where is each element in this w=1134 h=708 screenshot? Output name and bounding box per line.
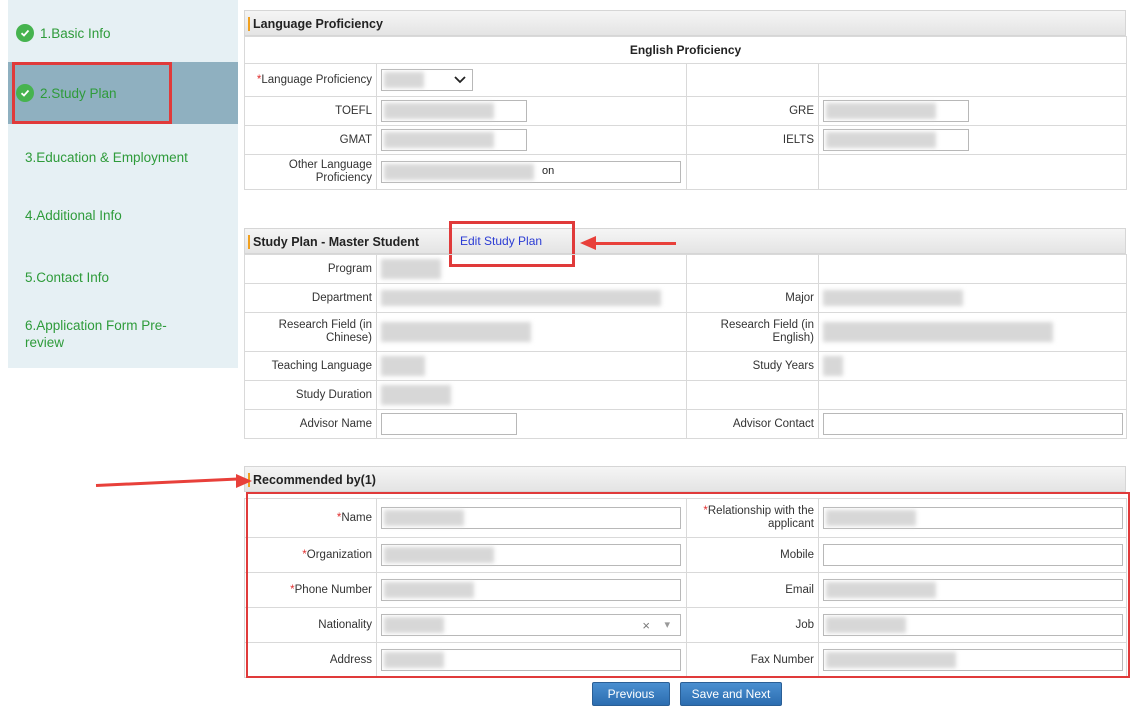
study-duration-label: Study Duration <box>244 380 377 410</box>
research-en-value <box>818 312 1127 352</box>
language-table: English Proficiency *Language Proficienc… <box>244 36 1127 190</box>
ielts-cell <box>818 125 1127 155</box>
gmat-cell <box>376 125 687 155</box>
other-language-value: on <box>542 165 555 177</box>
study-plan-table: Program Department Major Research Field … <box>244 254 1127 439</box>
section-title-study-plan: Study Plan - Master Student <box>244 228 1126 254</box>
sidebar-step-label: 6.Application Form Pre-review <box>25 318 167 350</box>
toefl-label: TOEFL <box>244 96 377 126</box>
advisor-contact-cell <box>818 409 1127 439</box>
advisor-contact-input[interactable] <box>823 413 1123 435</box>
sidebar-step-label: 3.Education & Employment <box>25 149 188 165</box>
toefl-cell <box>376 96 687 126</box>
gre-cell <box>818 96 1127 126</box>
empty-cell <box>818 154 1127 190</box>
empty-cell <box>686 63 819 97</box>
lang-prof-cell <box>376 63 687 97</box>
sidebar-step-preview[interactable]: 6.Application Form Pre-review <box>8 308 238 360</box>
section-title-language: Language Proficiency <box>244 10 1126 36</box>
toefl-input[interactable] <box>381 100 527 122</box>
redacted-value <box>823 290 963 306</box>
study-plan-title: Study Plan - Master Student <box>253 235 419 249</box>
research-en-label: Research Field (in English) <box>686 312 819 352</box>
redacted-value <box>826 103 936 119</box>
other-language-input[interactable]: on <box>381 161 681 183</box>
annotation-arrow <box>95 477 238 487</box>
empty-cell <box>818 254 1127 284</box>
annotation-arrowhead <box>236 474 252 488</box>
major-value <box>818 283 1127 313</box>
empty-cell <box>686 380 819 410</box>
redacted-value <box>384 132 494 148</box>
advisor-contact-label: Advisor Contact <box>686 409 819 439</box>
advisor-name-cell <box>376 409 687 439</box>
language-proficiency-select[interactable] <box>381 69 473 91</box>
advisor-name-label: Advisor Name <box>244 409 377 439</box>
redacted-value <box>384 164 534 180</box>
study-duration-value <box>376 380 687 410</box>
redacted-value <box>826 132 936 148</box>
other-lang-label: Other Language Proficiency <box>244 154 377 190</box>
empty-cell <box>818 63 1127 97</box>
redacted-value <box>384 72 424 88</box>
sidebar-step-contact-info[interactable]: 5.Contact Info <box>8 246 238 308</box>
sidebar-step-basic-info[interactable]: 1.Basic Info <box>8 2 238 64</box>
program-label: Program <box>244 254 377 284</box>
lang-prof-label: Language Proficiency <box>261 73 372 86</box>
save-and-next-button[interactable]: Save and Next <box>680 682 782 706</box>
empty-cell <box>818 380 1127 410</box>
gmat-input[interactable] <box>381 129 527 151</box>
other-lang-cell: on <box>376 154 687 190</box>
english-proficiency-header: English Proficiency <box>244 36 1127 64</box>
study-years-value <box>818 351 1127 381</box>
ielts-label: IELTS <box>686 125 819 155</box>
empty-cell <box>686 154 819 190</box>
section-title-recommended: Recommended by(1) <box>244 466 1126 492</box>
program-value <box>376 254 687 284</box>
gre-label: GRE <box>686 96 819 126</box>
gmat-label: GMAT <box>244 125 377 155</box>
redacted-value <box>381 259 441 279</box>
teaching-lang-value <box>376 351 687 381</box>
sidebar-step-label: 1.Basic Info <box>40 25 111 41</box>
sidebar: 1.Basic Info 2.Study Plan 3.Education & … <box>8 0 238 368</box>
gre-input[interactable] <box>823 100 969 122</box>
sidebar-step-label: 5.Contact Info <box>25 269 110 285</box>
redacted-value <box>381 322 531 342</box>
redacted-value <box>823 356 843 376</box>
empty-cell <box>686 254 819 284</box>
annotation-arrow <box>590 242 676 245</box>
annotation-highlight-recommended <box>246 492 1130 678</box>
sidebar-step-additional-info[interactable]: 4.Additional Info <box>8 184 238 246</box>
study-years-label: Study Years <box>686 351 819 381</box>
redacted-value <box>381 290 661 306</box>
annotation-highlight-study-plan <box>12 62 172 124</box>
redacted-value <box>823 322 1053 342</box>
teaching-lang-label: Teaching Language <box>244 351 377 381</box>
chevron-down-icon <box>454 76 466 84</box>
research-cn-value <box>376 312 687 352</box>
redacted-value <box>381 385 451 405</box>
lang-prof-label-cell: *Language Proficiency <box>244 63 377 97</box>
department-value <box>376 283 687 313</box>
major-label: Major <box>686 283 819 313</box>
department-label: Department <box>244 283 377 313</box>
annotation-arrowhead <box>580 236 596 250</box>
previous-button[interactable]: Previous <box>592 682 670 706</box>
redacted-value <box>381 356 425 376</box>
sidebar-step-education[interactable]: 3.Education & Employment <box>8 126 238 188</box>
ielts-input[interactable] <box>823 129 969 151</box>
research-cn-label: Research Field (in Chinese) <box>244 312 377 352</box>
redacted-value <box>384 103 494 119</box>
sidebar-step-label: 4.Additional Info <box>25 207 122 223</box>
check-circle-icon <box>16 24 34 42</box>
advisor-name-input[interactable] <box>381 413 517 435</box>
